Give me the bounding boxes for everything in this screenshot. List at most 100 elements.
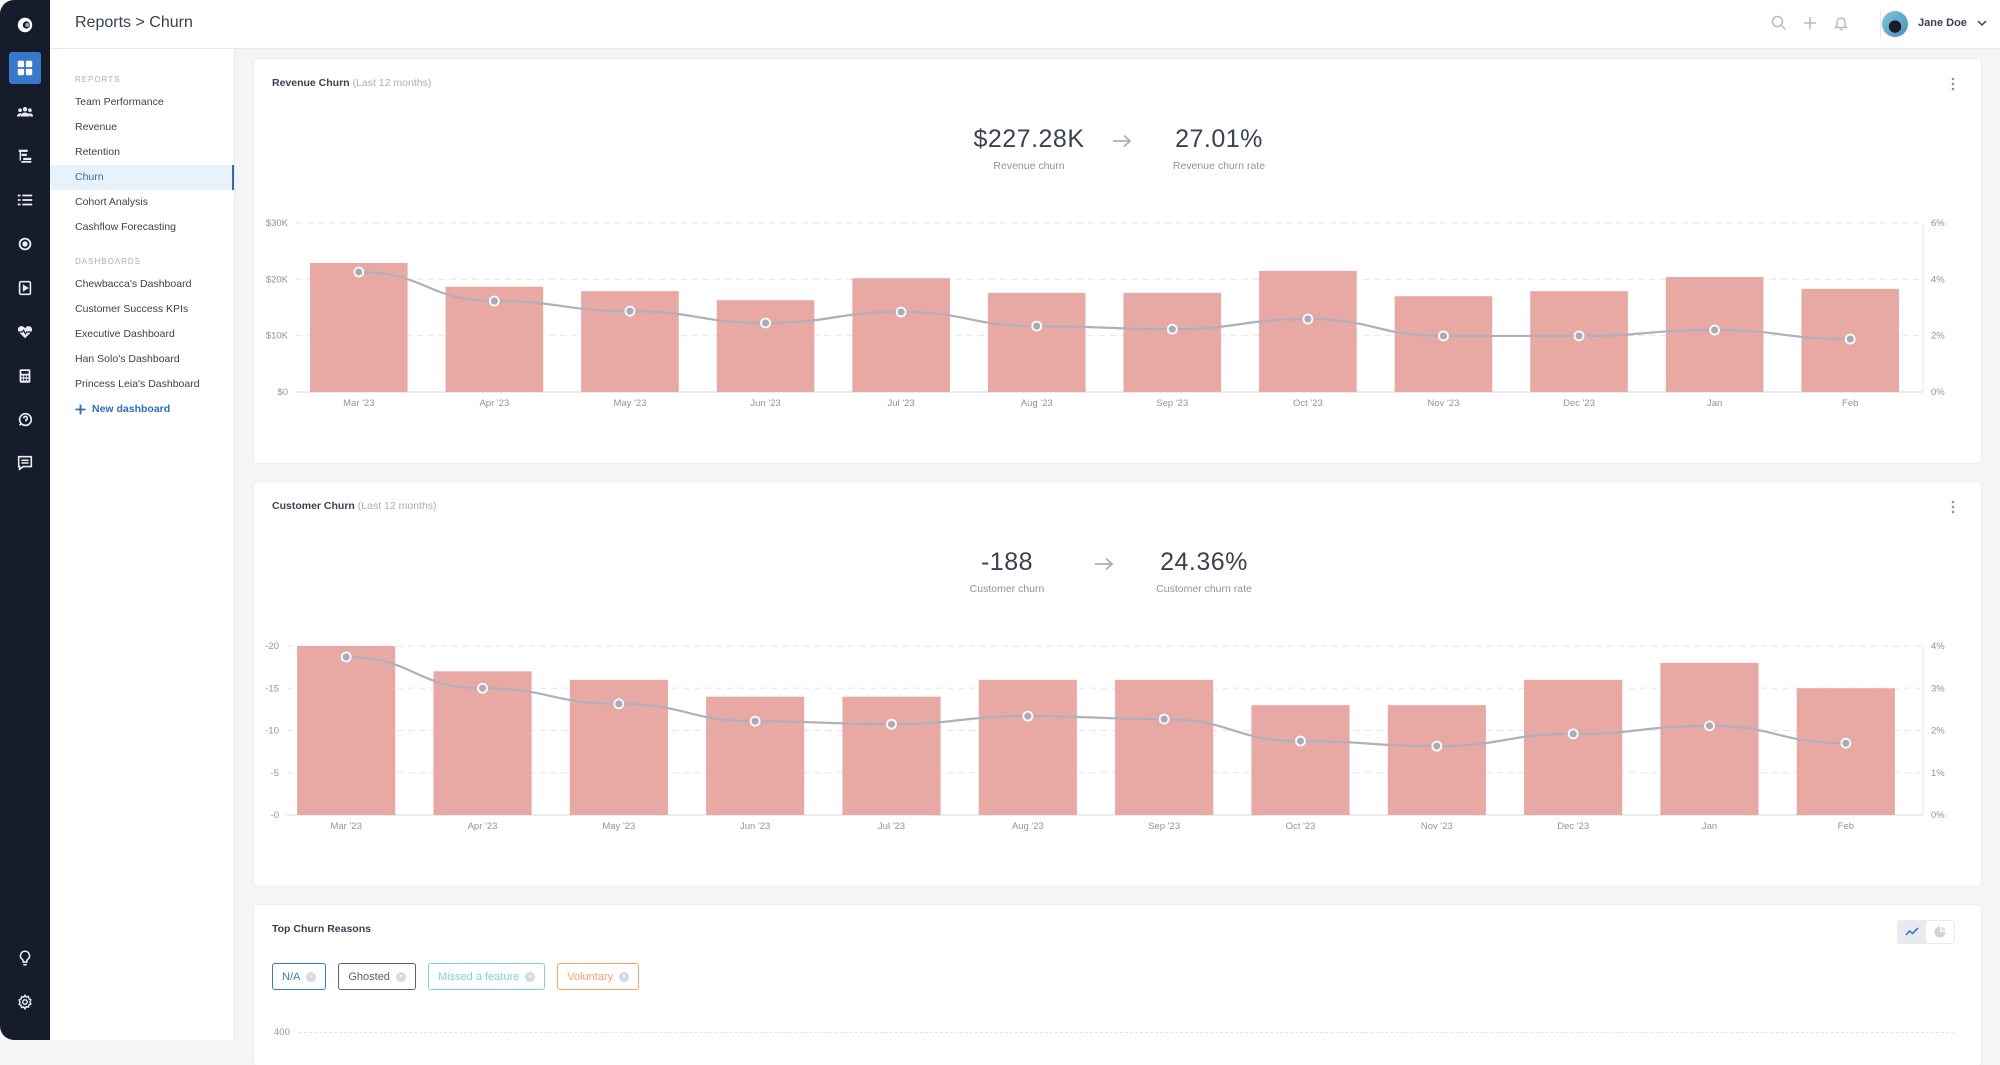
reports-nav: REPORTS Team Performance Revenue Retenti… xyxy=(50,49,235,1040)
y-right-tick-label: 6% xyxy=(1931,218,1945,229)
add-icon[interactable] xyxy=(1801,14,1819,32)
nav-item-han-solo-dashboard[interactable]: Han Solo's Dashboard xyxy=(50,347,234,372)
x-tick-label: Nov '23 xyxy=(1421,821,1453,832)
nav-item-princess-leia-dashboard[interactable]: Princess Leia's Dashboard xyxy=(50,372,234,397)
sync-icon[interactable] xyxy=(9,228,41,260)
reason-tag-na[interactable]: N/A × xyxy=(272,963,327,990)
tag-label: Ghosted xyxy=(348,970,390,983)
nav-item-cashflow-forecasting[interactable]: Cashflow Forecasting xyxy=(50,215,234,240)
section-label-reports: REPORTS xyxy=(75,75,121,84)
nav-item-churn[interactable]: Churn xyxy=(50,165,234,190)
x-tick-label: Feb xyxy=(1842,398,1858,409)
x-tick-label: Sep '23 xyxy=(1156,398,1188,409)
y-left-tick-label: -10 xyxy=(265,726,279,737)
line-point xyxy=(477,682,488,694)
remove-tag-icon[interactable]: × xyxy=(395,971,406,982)
y-right-tick-label: 0% xyxy=(1931,387,1945,398)
line-point xyxy=(1295,735,1306,747)
breadcrumb[interactable]: Reports > Churn xyxy=(75,14,193,32)
nav-item-chewbacca-dashboard[interactable]: Chewbacca's Dashboard xyxy=(50,272,234,297)
y-left-tick-label: -20 xyxy=(265,641,279,652)
x-tick-label: Jul '23 xyxy=(888,398,915,409)
nav-item-customer-success-kpis[interactable]: Customer Success KPIs xyxy=(50,297,234,322)
tag-label: N/A xyxy=(282,970,301,983)
calculator-icon[interactable] xyxy=(9,360,41,392)
x-tick-label: Oct '23 xyxy=(1293,398,1323,409)
bar xyxy=(987,292,1086,392)
search-icon[interactable] xyxy=(1770,14,1788,32)
x-tick-label: Oct '23 xyxy=(1286,821,1316,832)
pie-chart-icon[interactable] xyxy=(1926,921,1954,943)
playbook-icon[interactable] xyxy=(9,272,41,304)
health-icon[interactable] xyxy=(9,316,41,348)
line-point xyxy=(1438,330,1449,342)
bar xyxy=(309,262,408,392)
reason-tag-missed-a-feature[interactable]: Missed a feature × xyxy=(427,963,546,990)
chevron-down-icon[interactable] xyxy=(1976,16,1988,28)
dashboard-icon[interactable] xyxy=(9,52,41,84)
help-icon[interactable] xyxy=(9,404,41,436)
bar xyxy=(1530,291,1628,392)
line-chart-icon[interactable] xyxy=(1898,921,1926,943)
y-left-tick-label: $30K xyxy=(266,218,289,229)
bar xyxy=(1115,679,1214,815)
x-tick-label: Jan xyxy=(1702,821,1717,832)
nav-item-executive-dashboard[interactable]: Executive Dashboard xyxy=(50,322,234,347)
chart-type-toggle xyxy=(1897,920,1955,944)
user-name[interactable]: Jane Doe xyxy=(1918,17,1967,29)
bell-icon[interactable] xyxy=(1832,14,1850,32)
line-point xyxy=(1022,710,1034,722)
nav-item-revenue[interactable]: Revenue xyxy=(50,115,234,140)
bar xyxy=(1660,662,1759,815)
x-tick-label: Dec '23 xyxy=(1557,821,1589,832)
y-right-tick-label: 3% xyxy=(1931,683,1945,694)
x-tick-label: Apr '23 xyxy=(479,398,509,409)
plus-icon xyxy=(75,404,86,415)
y-tick-label: 400 xyxy=(274,1027,290,1038)
gridline xyxy=(299,1032,1954,1033)
x-tick-label: Aug '23 xyxy=(1012,821,1044,832)
section-label-dashboards: DASHBOARDS xyxy=(75,257,142,266)
hierarchy-icon[interactable] xyxy=(9,140,41,172)
checklist-icon[interactable] xyxy=(9,184,41,216)
bar xyxy=(1259,270,1357,392)
settings-icon[interactable] xyxy=(9,986,41,1018)
y-left-tick-label: $10K xyxy=(266,331,289,342)
line-point xyxy=(1567,728,1579,740)
line-point xyxy=(1840,737,1852,749)
reason-tag-voluntary[interactable]: Voluntary × xyxy=(557,963,640,990)
nav-item-retention[interactable]: Retention xyxy=(50,140,234,165)
new-dashboard-label: New dashboard xyxy=(92,403,171,415)
bar xyxy=(842,696,941,815)
revenue-churn-chart: $0 $10K $20K $30K 0% 2% 4% 6% Mar '23 Apr '23 May … xyxy=(266,218,1945,409)
remove-tag-icon[interactable]: × xyxy=(619,971,630,982)
logo-icon[interactable] xyxy=(9,9,41,41)
top-bar: Reports > Churn Jane Doe xyxy=(50,0,2000,49)
feedback-icon[interactable] xyxy=(9,447,41,479)
line-point xyxy=(1573,330,1585,342)
remove-tag-icon[interactable]: × xyxy=(525,971,536,982)
line-point xyxy=(1166,323,1178,335)
tag-label: Missed a feature xyxy=(437,970,520,983)
bar xyxy=(297,646,396,815)
tag-label: Voluntary xyxy=(567,970,614,983)
x-tick-label: Jan xyxy=(1707,398,1722,409)
line-point xyxy=(886,718,897,730)
nav-item-team-performance[interactable]: Team Performance xyxy=(50,90,234,115)
reason-tag-ghosted[interactable]: Ghosted × xyxy=(338,963,416,990)
x-tick-label: Mar '23 xyxy=(343,398,374,409)
icon-rail xyxy=(0,0,50,1040)
avatar[interactable] xyxy=(1882,11,1908,37)
nav-item-cohort-analysis[interactable]: Cohort Analysis xyxy=(50,190,234,215)
y-left-tick-label: $0 xyxy=(277,387,288,398)
bar xyxy=(716,300,815,392)
users-icon[interactable] xyxy=(9,96,41,128)
remove-tag-icon[interactable]: × xyxy=(306,971,317,982)
lightbulb-icon[interactable] xyxy=(9,942,41,974)
line-point xyxy=(895,306,907,318)
x-tick-label: Feb xyxy=(1838,821,1854,832)
y-left-tick-label: $20K xyxy=(266,274,289,285)
line-point xyxy=(1844,333,1856,345)
new-dashboard-button[interactable]: New dashboard xyxy=(50,397,234,422)
bar xyxy=(1524,679,1623,815)
